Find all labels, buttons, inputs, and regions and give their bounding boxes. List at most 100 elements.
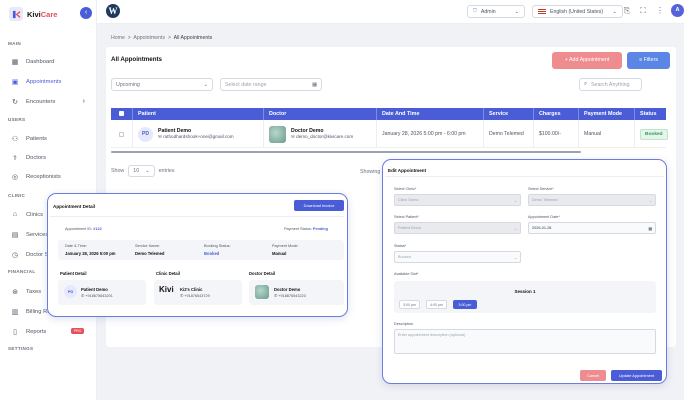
appointment-date-input[interactable]: 2026-01-28 ▦ bbox=[528, 222, 656, 234]
session-title: Session 1 bbox=[514, 289, 536, 294]
chevron-down-icon: ⌄ bbox=[612, 8, 617, 15]
slot-4pm[interactable]: 4:00 pm bbox=[426, 300, 447, 309]
breadcrumb: Home > Appointments > All Appointments bbox=[111, 35, 213, 41]
doctor-avatar bbox=[269, 125, 286, 143]
doctor-detail-card: Doctor Demo ✆ +918876543223 bbox=[249, 280, 344, 305]
section-main: MAIN bbox=[8, 41, 21, 46]
reports-icon: ▯ bbox=[13, 328, 17, 336]
section-clinic: CLINIC bbox=[8, 193, 26, 198]
doctor-avatar bbox=[255, 285, 269, 299]
appointment-charges: $100.00/- bbox=[534, 120, 579, 148]
brand-name-b: Care bbox=[40, 9, 58, 19]
patient-email: rathodhardshook+one@gmail.com bbox=[163, 134, 234, 139]
col-datetime[interactable]: Date And Time bbox=[377, 108, 484, 120]
patient-detail-title: Patient Detail bbox=[60, 271, 87, 276]
download-invoice-button[interactable]: Download Invoice bbox=[294, 200, 344, 211]
doctor-icon: ⚕ bbox=[13, 154, 17, 162]
sidebar-item-receptionists[interactable]: ◎ Receptionists bbox=[0, 169, 97, 184]
edit-appointment-modal: Edit Appointment Select Clinic* Clinic D… bbox=[382, 159, 667, 384]
add-appointment-button[interactable]: + Add Appointment bbox=[552, 52, 622, 69]
entries-select[interactable]: 10 ⌄ bbox=[128, 165, 155, 177]
wordpress-logo-icon[interactable]: W bbox=[106, 4, 120, 18]
status-select[interactable]: Booked ⌄ bbox=[394, 251, 521, 263]
col-doctor[interactable]: Doctor bbox=[264, 108, 377, 120]
chevron-down-icon: ⌄ bbox=[513, 255, 517, 260]
kivicare-logo-icon bbox=[9, 7, 23, 21]
patient-avatar: PD bbox=[138, 126, 153, 142]
calendar-icon: ▦ bbox=[648, 226, 652, 231]
sidebar-item-dashboard[interactable]: ▦ Dashboard bbox=[0, 54, 97, 69]
more-vertical-icon[interactable]: ⋮ bbox=[654, 5, 666, 17]
email-icon: ✉ bbox=[158, 134, 162, 139]
slot-3pm[interactable]: 3:00 pm bbox=[399, 300, 420, 309]
patients-icon: ⚇ bbox=[11, 135, 19, 143]
role-select[interactable]: ⛉ Admin ⌄ bbox=[467, 5, 525, 18]
page-title: All Appointments bbox=[111, 56, 162, 63]
detail-booking-status: Booked bbox=[204, 251, 220, 256]
table-row[interactable]: PD Patient Demo ✉ rathodhardshook+one@gmai… bbox=[111, 120, 668, 148]
patient-select[interactable]: Patient Demo ⌄ bbox=[394, 222, 521, 234]
clinic-detail-title: Clinic Detail bbox=[156, 271, 180, 276]
sidebar-item-patients[interactable]: ⚇ Patients bbox=[0, 131, 97, 146]
description-textarea[interactable]: Enter appointment description (optional) bbox=[394, 329, 656, 354]
col-service[interactable]: Service bbox=[484, 108, 534, 120]
phone-icon: ✆ bbox=[274, 294, 278, 298]
pro-badge: PRO bbox=[71, 328, 84, 334]
row-checkbox[interactable] bbox=[111, 120, 133, 148]
user-avatar[interactable]: A bbox=[671, 4, 684, 17]
calendar-icon: ▣ bbox=[11, 78, 19, 86]
date-range-input[interactable]: Select date range ▦ bbox=[220, 78, 322, 91]
clipboard-icon[interactable]: ⎘ bbox=[621, 5, 633, 17]
search-icon: ⌕ bbox=[584, 81, 587, 87]
search-input[interactable]: ⌕ Search Anything bbox=[579, 78, 642, 91]
breadcrumb-current: All Appointments bbox=[173, 35, 213, 41]
patient-detail-card: PD Patient Demo ✆ +918675643201 bbox=[58, 280, 146, 305]
detail-service: Demo Telemed bbox=[135, 251, 165, 256]
col-status[interactable]: Status bbox=[635, 108, 666, 120]
clinic-detail-card: Kivi Ki2's Clinic ✆ +91876543729 bbox=[154, 280, 242, 305]
sidebar-item-encounters[interactable]: ↻ Encounters › bbox=[0, 94, 97, 109]
service-select[interactable]: Demo Telemed ⌄ bbox=[528, 194, 656, 206]
brand-name-a: Kivi bbox=[27, 9, 41, 19]
cancel-button[interactable]: Cancel bbox=[580, 370, 606, 381]
breadcrumb-home[interactable]: Home bbox=[111, 35, 125, 41]
sidebar-item-doctors[interactable]: ⚕ Doctors bbox=[0, 150, 97, 165]
clinic-icon: ⌂ bbox=[12, 211, 18, 218]
language-select[interactable]: English (United States) ⌄ bbox=[532, 5, 623, 18]
detail-clinic-name: Ki2's Clinic bbox=[180, 287, 203, 292]
section-users: USERS bbox=[8, 117, 26, 122]
slot-5pm[interactable]: 5:00 pm bbox=[453, 300, 477, 309]
patient-avatar: PD bbox=[64, 285, 77, 298]
filters-button[interactable]: ≡ Filters bbox=[627, 52, 670, 69]
encounter-icon: ↻ bbox=[12, 98, 18, 106]
chevron-down-icon: ⌄ bbox=[513, 226, 517, 231]
detail-doctor-name: Doctor Demo bbox=[274, 287, 301, 292]
top-bar: W ⛉ Admin ⌄ English (United States) ⌄ ⎘ ⛶ ⋮… bbox=[97, 0, 684, 24]
chevron-down-icon: ⌄ bbox=[514, 8, 519, 15]
section-financial: FINANCIAL bbox=[8, 269, 36, 274]
col-payment-mode[interactable]: Payment Mode bbox=[579, 108, 635, 120]
select-all-checkbox[interactable] bbox=[111, 108, 133, 120]
chevron-right-icon: › bbox=[82, 98, 85, 105]
chevron-down-icon: ⌄ bbox=[203, 81, 208, 88]
dashboard-icon: ▦ bbox=[11, 58, 19, 66]
services-icon: ▤ bbox=[11, 231, 19, 239]
billing-icon: ▥ bbox=[11, 308, 19, 316]
appointment-datetime: January 28, 2026 5:00 pm - 6:00 pm bbox=[377, 120, 484, 148]
col-patient[interactable]: Patient bbox=[133, 108, 264, 120]
clinic-select[interactable]: Clinic Demo ⌄ bbox=[394, 194, 521, 206]
chevron-down-icon: ⌄ bbox=[145, 168, 150, 174]
horizontal-scrollbar[interactable] bbox=[111, 151, 581, 153]
breadcrumb-appointments[interactable]: Appointments bbox=[133, 35, 165, 41]
status-select[interactable]: Upcoming ⌄ bbox=[111, 78, 213, 91]
detail-datetime: January 28, 2026 5:00 pm bbox=[65, 251, 116, 256]
table-header: Patient Doctor Date And Time Service Cha… bbox=[111, 108, 666, 120]
col-charges[interactable]: Charges bbox=[534, 108, 579, 120]
payment-mode: Manual bbox=[579, 120, 635, 148]
entries-length: Show 10 ⌄ entries bbox=[111, 165, 175, 177]
update-appointment-button[interactable]: Update Appointment bbox=[611, 370, 662, 381]
sidebar-collapse-button[interactable]: ‹ bbox=[80, 7, 92, 19]
sidebar-item-appointments[interactable]: ▣ Appointments bbox=[0, 74, 97, 89]
fullscreen-icon[interactable]: ⛶ bbox=[637, 5, 649, 17]
status-badge: Booked bbox=[640, 128, 668, 140]
